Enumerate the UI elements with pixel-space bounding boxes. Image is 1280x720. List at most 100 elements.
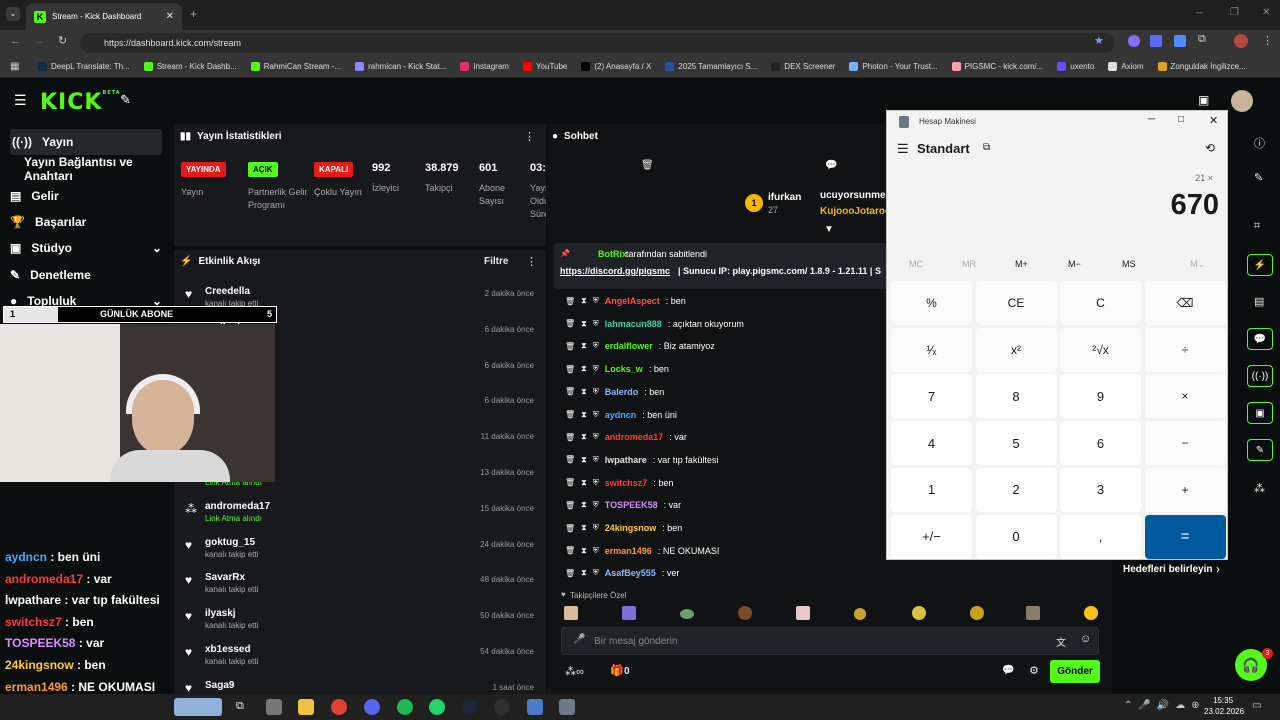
- file-explorer-icon[interactable]: [266, 699, 282, 715]
- delete-message-icon[interactable]: 🗑: [565, 319, 575, 328]
- activity-menu-icon[interactable]: ⋮: [526, 255, 537, 268]
- chat-toggle-button[interactable]: 💬: [1247, 328, 1273, 350]
- chevron-right-icon[interactable]: ›: [1216, 562, 1220, 576]
- emote-icon[interactable]: [738, 606, 752, 620]
- extensions-puzzle-icon[interactable]: ⧉: [1198, 33, 1206, 46]
- bookmark-item[interactable]: (2) Anasayfa / X: [581, 62, 651, 71]
- timeout-icon[interactable]: ⧗: [581, 432, 587, 442]
- app-icon[interactable]: [527, 699, 543, 715]
- key-add-button[interactable]: +: [1144, 467, 1226, 512]
- minimize-icon[interactable]: ─: [1148, 114, 1155, 125]
- reload-icon[interactable]: ↻: [58, 34, 67, 47]
- ban-icon[interactable]: ⛨: [593, 455, 599, 465]
- timeout-icon[interactable]: ⧗: [581, 296, 587, 306]
- bookmark-item[interactable]: rahmican - Kick Stat...: [355, 62, 446, 71]
- community-icon[interactable]: ⁂: [1254, 482, 1265, 495]
- bookmark-item[interactable]: Photon - Your Trust...: [849, 62, 938, 71]
- tab-list-button[interactable]: ⌄: [6, 7, 20, 21]
- delete-message-icon[interactable]: 🗑: [565, 410, 575, 419]
- apps-grid-icon[interactable]: ▦: [10, 61, 19, 72]
- emote-icon[interactable]: [1084, 606, 1098, 620]
- notification-center-icon[interactable]: ▭: [1252, 700, 1261, 711]
- key-5-button[interactable]: 5: [975, 421, 1057, 466]
- chat-username[interactable]: erman1496: [605, 546, 652, 556]
- url-input[interactable]: https://dashboard.kick.com/stream: [80, 33, 1114, 53]
- key-3-button[interactable]: 3: [1060, 467, 1141, 512]
- emote-icon[interactable]: [564, 606, 578, 620]
- sidebar-item-gelir[interactable]: ▤ Gelir: [10, 183, 59, 209]
- ban-icon[interactable]: ⛨: [593, 410, 599, 420]
- memory-subtract-button[interactable]: M−: [1068, 259, 1081, 269]
- key-2-button[interactable]: 2: [975, 467, 1057, 512]
- delete-message-icon[interactable]: 🗑: [565, 546, 575, 555]
- studio-button[interactable]: ▣: [1247, 402, 1273, 424]
- maximize-window-icon[interactable]: ❐: [1230, 7, 1239, 18]
- delete-message-icon[interactable]: 🗑: [565, 569, 575, 578]
- broadcast-button[interactable]: ((·)): [1247, 365, 1273, 387]
- ban-icon[interactable]: ⛨: [593, 387, 599, 397]
- ban-icon[interactable]: ⛨: [593, 546, 599, 556]
- memory-recall-button[interactable]: MR: [962, 259, 976, 269]
- delete-message-icon[interactable]: 🗑: [565, 433, 575, 442]
- browser-menu-icon[interactable]: ⋮: [1262, 34, 1273, 47]
- microphone-icon[interactable]: 🎤: [573, 634, 585, 645]
- key-7-button[interactable]: 7: [891, 374, 972, 419]
- activity-user[interactable]: andromeda17: [205, 501, 270, 512]
- key-6-button[interactable]: 6: [1060, 421, 1141, 466]
- emote-icon[interactable]: [796, 606, 810, 620]
- delete-message-icon[interactable]: 🗑: [565, 365, 575, 374]
- delete-message-icon[interactable]: 🗑: [565, 455, 575, 464]
- delete-message-icon[interactable]: 🗑: [565, 501, 575, 510]
- chrome-icon[interactable]: [331, 699, 347, 715]
- memory-clear-button[interactable]: MC: [909, 259, 923, 269]
- chat-username[interactable]: switchsz7: [605, 478, 648, 488]
- chat-username[interactable]: AngelAspect: [605, 296, 660, 306]
- chat-input[interactable]: 🎤 Bir mesaj gönderin 文 ☺: [561, 627, 1099, 655]
- timeout-icon[interactable]: ⧗: [581, 478, 587, 488]
- stats-menu-icon[interactable]: ⋮: [524, 130, 535, 143]
- forward-icon[interactable]: →: [34, 35, 45, 47]
- bookmark-item[interactable]: DeepL Translate: Th...: [38, 62, 130, 71]
- key-reciprocal-button[interactable]: ¹⁄ₓ: [891, 327, 972, 372]
- info-icon[interactable]: ⓘ: [1254, 135, 1265, 151]
- activity-user[interactable]: xb1essed: [205, 644, 251, 655]
- spotify-icon[interactable]: [397, 699, 413, 715]
- activity-user[interactable]: SavarRx: [205, 572, 245, 583]
- key-9-button[interactable]: 9: [1060, 374, 1141, 419]
- ban-icon[interactable]: ⛨: [593, 500, 599, 510]
- emote-icon[interactable]: [970, 606, 984, 620]
- close-icon[interactable]: ✕: [1209, 114, 1218, 127]
- task-view-icon[interactable]: ⧉: [236, 700, 244, 713]
- delete-message-icon[interactable]: 🗑: [565, 478, 575, 487]
- keep-on-top-icon[interactable]: ⧉: [983, 142, 990, 153]
- chat-username[interactable]: lwpathare: [605, 455, 647, 465]
- new-tab-button[interactable]: +: [190, 7, 197, 21]
- chat-username[interactable]: andromeda17: [605, 432, 664, 442]
- key-1-button[interactable]: 1: [891, 467, 972, 512]
- timeout-icon[interactable]: ⧗: [581, 455, 587, 465]
- timeout-icon[interactable]: ⧗: [581, 341, 587, 351]
- ban-icon[interactable]: ⛨: [593, 523, 599, 533]
- navigation-menu-icon[interactable]: ☰: [897, 141, 909, 157]
- key-negate-button[interactable]: +/−: [891, 514, 972, 559]
- bookmark-star-icon[interactable]: ★: [1094, 34, 1104, 47]
- key-0-button[interactable]: 0: [975, 514, 1057, 559]
- key-square-root-button[interactable]: ²√x: [1060, 327, 1141, 372]
- chat-settings-bubble-icon[interactable]: 💬: [1002, 665, 1014, 676]
- users-icon[interactable]: ⁂∞: [565, 665, 584, 678]
- activity-user[interactable]: ilyaskj: [205, 608, 236, 619]
- close-tab-icon[interactable]: ✕: [166, 11, 174, 22]
- maximize-icon[interactable]: □: [1178, 114, 1184, 125]
- bookmark-item[interactable]: YouTube: [522, 62, 567, 71]
- pinned-link[interactable]: https://discord.gg/pigsmc: [560, 266, 670, 276]
- emoji-icon[interactable]: ☺: [1080, 633, 1091, 645]
- timeout-icon[interactable]: ⧗: [581, 523, 587, 533]
- chat-username[interactable]: lahmacun888: [605, 319, 662, 329]
- calculator-taskbar-icon[interactable]: [559, 699, 575, 715]
- activity-user[interactable]: goktug_15: [205, 537, 255, 548]
- delete-message-icon[interactable]: 🗑: [565, 387, 575, 396]
- key-clear-entry-button[interactable]: CE: [975, 281, 1057, 325]
- studio-icon[interactable]: ▣: [1198, 93, 1209, 107]
- chat-username[interactable]: aydncn: [605, 410, 637, 420]
- bookmark-item[interactable]: 2025 Tamamlayıcı S...: [665, 62, 757, 71]
